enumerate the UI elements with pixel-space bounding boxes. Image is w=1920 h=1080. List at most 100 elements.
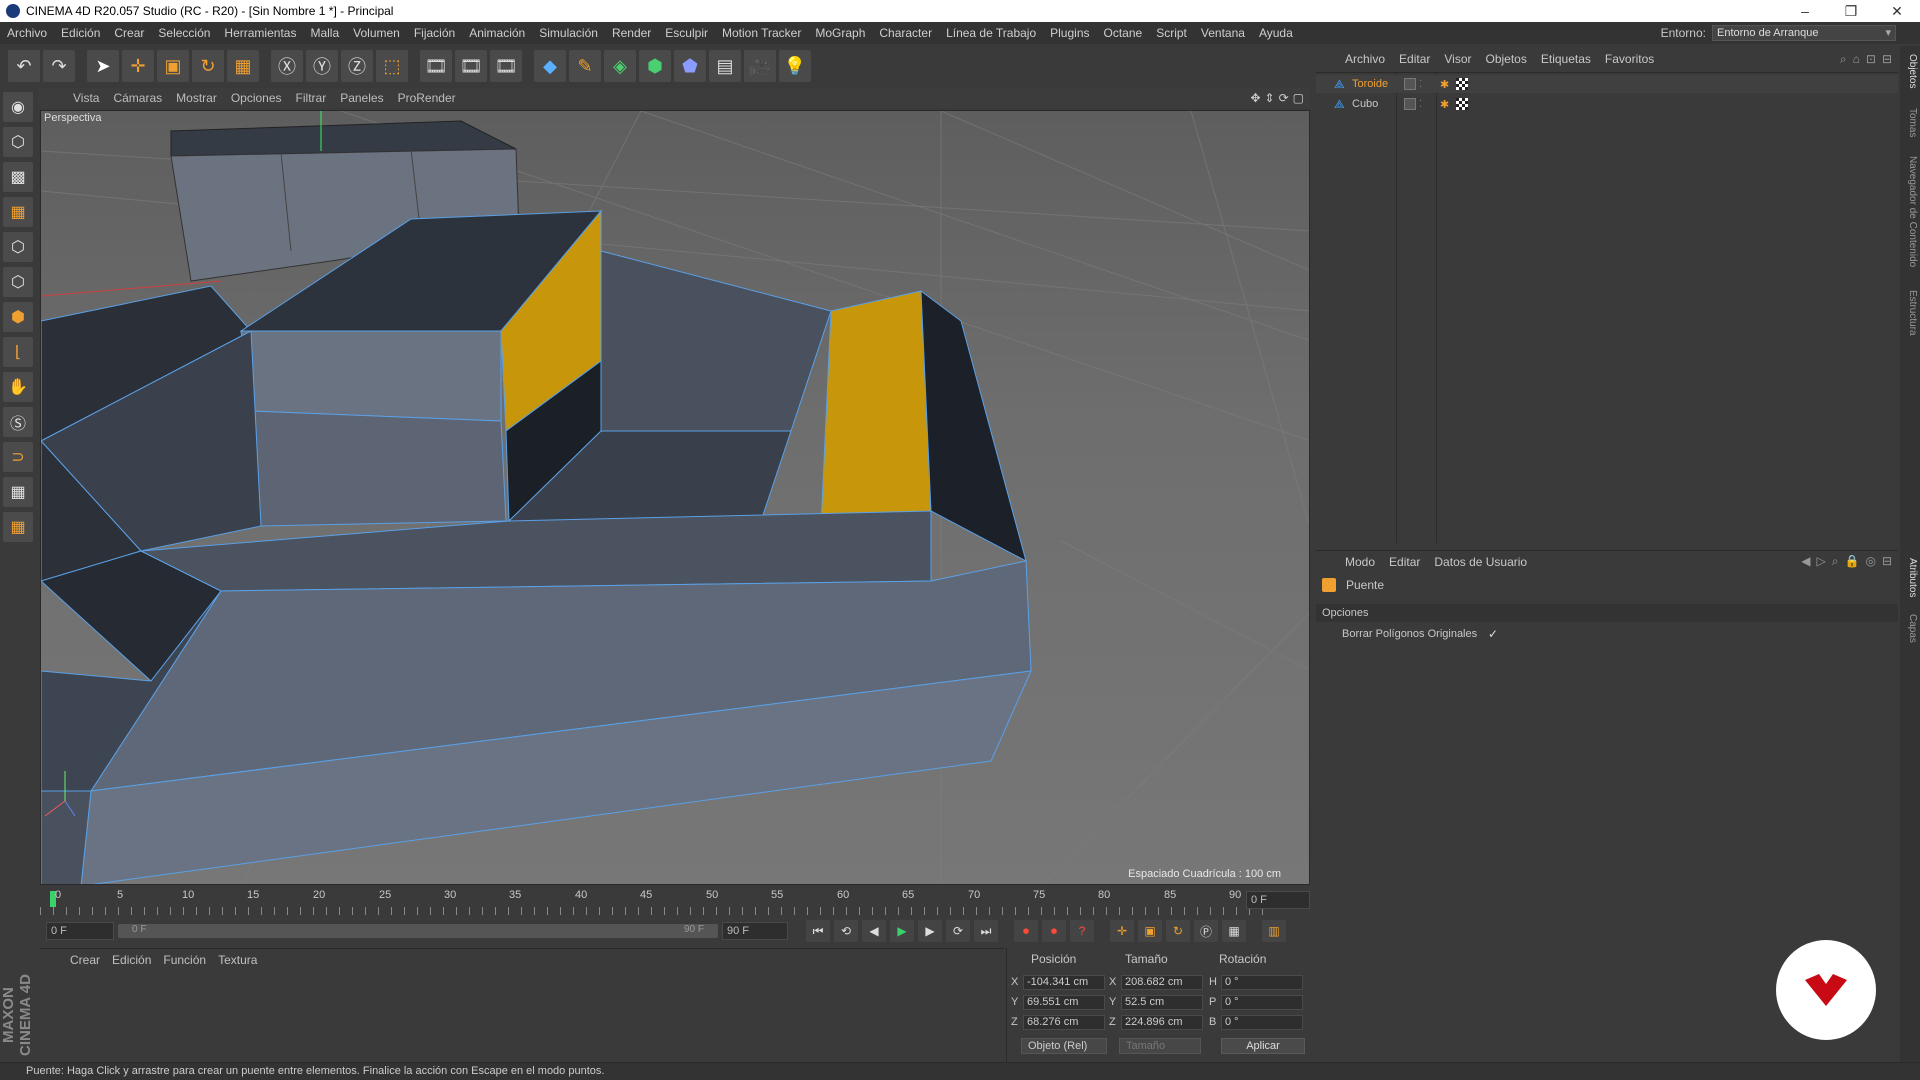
keyframe-selection-icon[interactable]: ? [1070, 920, 1094, 942]
tweak-mode-icon[interactable]: ✋ [3, 372, 33, 402]
workplane-lock-icon[interactable]: ▦ [3, 477, 33, 507]
menu-script[interactable]: Script [1149, 26, 1194, 40]
record-keys-icon[interactable]: ⏺ [1014, 920, 1038, 942]
record-pla-icon[interactable]: ▦ [1222, 920, 1246, 942]
make-editable-icon[interactable]: ◉ [3, 92, 33, 122]
menu-ayuda[interactable]: Ayuda [1252, 26, 1300, 40]
tab-capas[interactable]: Capas [1902, 614, 1918, 643]
pos-z-field[interactable]: 68.276 cm [1023, 1015, 1105, 1030]
size-y-field[interactable]: 52.5 cm [1121, 995, 1203, 1010]
y-axis-lock-icon[interactable]: Ⓨ [306, 50, 338, 82]
recent-tools-icon[interactable]: ▦ [227, 50, 259, 82]
object-row-cubo[interactable]: ⟁ Cubo ⁚ ✱ [1316, 95, 1898, 113]
attributes-menu-editar[interactable]: Editar [1382, 555, 1427, 569]
rot-p-field[interactable]: 0 ° [1221, 995, 1303, 1010]
end-frame-field[interactable]: 90 F [722, 922, 788, 940]
menu-fijacion[interactable]: Fijación [407, 26, 462, 40]
forward-arrow-icon[interactable]: ▷ [1817, 554, 1826, 569]
panel-options-icon[interactable]: ⊟ [1882, 554, 1892, 569]
object-name[interactable]: Cubo [1352, 98, 1378, 110]
objects-menu-etiquetas[interactable]: Etiquetas [1534, 52, 1598, 66]
dolly-view-icon[interactable]: ⇕ [1265, 91, 1275, 105]
snap-icon[interactable]: Ⓢ [3, 407, 33, 437]
next-frame-icon[interactable]: ▶ [918, 920, 942, 942]
viewport-menu-filtrar[interactable]: Filtrar [289, 91, 334, 105]
panel-options-icon[interactable]: ⊟ [1882, 52, 1892, 67]
texture-mode-icon[interactable]: ▩ [3, 162, 33, 192]
material-menu-crear[interactable]: Crear [64, 953, 106, 967]
array-icon[interactable]: ⬢ [639, 50, 671, 82]
pos-x-field[interactable]: -104.341 cm [1023, 975, 1105, 990]
phong-tag-icon[interactable]: ✱ [1440, 98, 1449, 111]
pos-y-field[interactable]: 69.551 cm [1023, 995, 1105, 1010]
editable-status-icon[interactable] [1404, 78, 1416, 90]
tab-atributos[interactable]: Atributos [1902, 558, 1918, 597]
previous-key-icon[interactable]: ⟲ [834, 920, 858, 942]
select-arrow-icon[interactable]: ➤ [87, 50, 119, 82]
render-settings-icon[interactable]: 🎞 [490, 50, 522, 82]
spline-pen-icon[interactable]: ✎ [569, 50, 601, 82]
search-icon[interactable]: ⌕ [1832, 554, 1839, 569]
tab-navegador-contenido[interactable]: Navegador de Contenido [1902, 156, 1918, 267]
tab-tomas[interactable]: Tomas [1902, 108, 1918, 137]
search-icon[interactable]: ⌕ [1840, 52, 1847, 67]
attributes-menu-modo[interactable]: Modo [1338, 555, 1382, 569]
light-icon[interactable]: 💡 [779, 50, 811, 82]
timeline-layout-icon[interactable]: ▥ [1262, 920, 1286, 942]
record-rotation-icon[interactable]: ↻ [1166, 920, 1190, 942]
z-axis-lock-icon[interactable]: Ⓩ [341, 50, 373, 82]
menu-mograph[interactable]: MoGraph [808, 26, 872, 40]
objects-menu-objetos[interactable]: Objetos [1479, 52, 1534, 66]
current-frame-field[interactable]: 0 F [1246, 891, 1310, 909]
menu-edicion[interactable]: Edición [54, 26, 107, 40]
visibility-dots-icon[interactable]: ⁚ [1419, 79, 1422, 90]
material-menu-funcion[interactable]: Función [157, 953, 212, 967]
delete-original-polygons-checkbox[interactable]: ✓ [1488, 627, 1498, 641]
menu-malla[interactable]: Malla [303, 26, 346, 40]
target-icon[interactable]: ◎ [1865, 554, 1875, 569]
menu-character[interactable]: Character [872, 26, 939, 40]
menu-crear[interactable]: Crear [107, 26, 151, 40]
coordinate-mode-select[interactable]: Objeto (Rel) [1021, 1038, 1107, 1054]
previous-frame-icon[interactable]: ◀ [862, 920, 886, 942]
rot-b-field[interactable]: 0 ° [1221, 1015, 1303, 1030]
rot-h-field[interactable]: 0 ° [1221, 975, 1303, 990]
viewport-menu-vista[interactable]: Vista [66, 91, 106, 105]
viewport-menu-camaras[interactable]: Cámaras [106, 91, 169, 105]
record-position-icon[interactable]: ✛ [1110, 920, 1134, 942]
frame-range-slider[interactable]: 0 F 90 F [118, 924, 718, 938]
cube-icon[interactable]: ◆ [534, 50, 566, 82]
maximize-view-icon[interactable]: ▢ [1293, 91, 1304, 105]
menu-render[interactable]: Render [605, 26, 658, 40]
autokey-icon[interactable]: ⏺ [1042, 920, 1066, 942]
polygons-mode-icon[interactable]: ⬢ [3, 302, 33, 332]
timeline-ruler[interactable]: 0 5 10 15 20 25 30 35 40 45 50 55 60 65 … [40, 887, 1312, 917]
phong-tag-icon[interactable]: ✱ [1440, 78, 1449, 91]
texture-tag-icon[interactable] [1456, 78, 1468, 90]
record-parameter-icon[interactable]: Ⓟ [1194, 920, 1218, 942]
viewport-menu-opciones[interactable]: Opciones [224, 91, 289, 105]
options-section-header[interactable]: Opciones [1316, 604, 1898, 622]
deformer-icon[interactable]: ⬟ [674, 50, 706, 82]
render-view-icon[interactable]: 🎞 [420, 50, 452, 82]
coordinate-system-icon[interactable]: ⬚ [376, 50, 408, 82]
record-scale-icon[interactable]: ▣ [1138, 920, 1162, 942]
workplane-icon[interactable]: ▦ [3, 197, 33, 227]
material-menu-edicion[interactable]: Edición [106, 953, 157, 967]
menu-motion-tracker[interactable]: Motion Tracker [715, 26, 808, 40]
menu-ventana[interactable]: Ventana [1194, 26, 1252, 40]
maximize-button[interactable]: ❐ [1828, 3, 1874, 20]
orbit-view-icon[interactable]: ⟳ [1279, 91, 1289, 105]
close-button[interactable]: ✕ [1874, 3, 1920, 20]
tab-estructura[interactable]: Estructura [1902, 290, 1918, 336]
editable-status-icon[interactable] [1404, 98, 1416, 110]
menu-seleccion[interactable]: Selección [151, 26, 217, 40]
model-mode-icon[interactable]: ⬡ [3, 127, 33, 157]
viewport-menu-paneles[interactable]: Paneles [333, 91, 390, 105]
rotate-icon[interactable]: ↻ [192, 50, 224, 82]
viewport-menu-mostrar[interactable]: Mostrar [169, 91, 224, 105]
objects-menu-favoritos[interactable]: Favoritos [1598, 52, 1661, 66]
scale-icon[interactable]: ▣ [157, 50, 189, 82]
floor-icon[interactable]: ▤ [709, 50, 741, 82]
subdivision-icon[interactable]: ◈ [604, 50, 636, 82]
